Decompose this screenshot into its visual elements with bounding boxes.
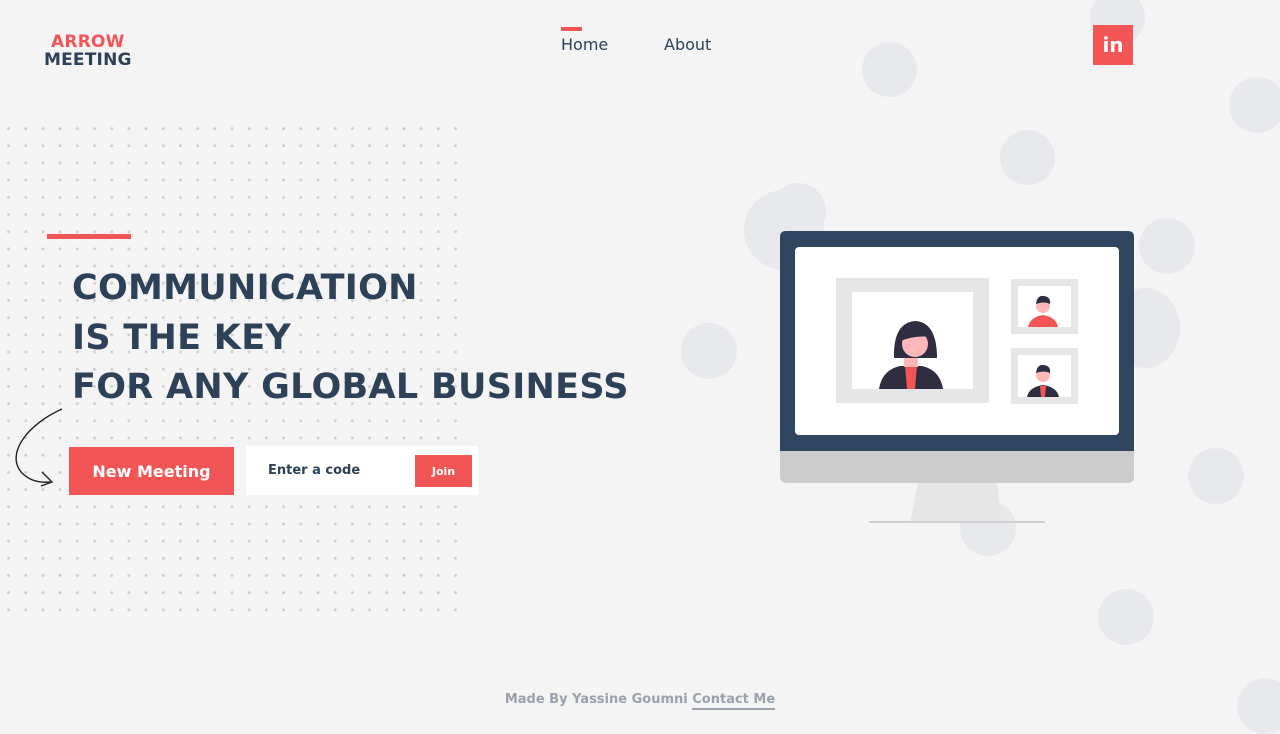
- linkedin-label: in: [1102, 33, 1124, 57]
- join-code-box: Join: [246, 446, 478, 495]
- bubble-decoration: [1098, 589, 1154, 645]
- footer-credit: Made By Yassine Goumni: [504, 692, 688, 707]
- nav-about-link[interactable]: About: [664, 35, 711, 54]
- headline-line-2: IS THE KEY: [72, 317, 292, 358]
- logo-line-2: MEETING: [44, 50, 132, 70]
- nav-home-label: Home: [561, 35, 609, 54]
- video-call-illustration: [780, 231, 1134, 523]
- contact-me-link[interactable]: Contact Me: [692, 692, 776, 710]
- nav-home-link[interactable]: Home: [561, 27, 609, 54]
- nav-about-label: About: [664, 35, 712, 54]
- bubble-decoration: [862, 42, 917, 97]
- linkedin-icon[interactable]: in: [1093, 25, 1133, 65]
- meeting-code-input[interactable]: [246, 446, 411, 495]
- bubble-decoration: [1139, 218, 1195, 274]
- active-indicator: [561, 27, 582, 31]
- curved-arrow-icon: [15, 408, 63, 487]
- headline-line-1: COMMUNICATION: [72, 268, 418, 308]
- join-button[interactable]: Join: [415, 455, 472, 487]
- bubble-decoration: [1000, 130, 1055, 185]
- logo[interactable]: ARROW MEETING: [44, 33, 132, 69]
- bubble-decoration: [1188, 448, 1244, 504]
- bubble-decoration: [1229, 77, 1280, 133]
- headline-line-3: FOR ANY GLOBAL BUSINESS: [72, 367, 629, 407]
- bubble-decoration: [681, 323, 737, 379]
- accent-line: [47, 234, 131, 239]
- footer: Made By Yassine Goumni Contact Me: [0, 692, 1280, 710]
- monitor-stand: [910, 483, 1002, 523]
- new-meeting-button[interactable]: New Meeting: [69, 447, 234, 495]
- logo-line-1: ARROW: [51, 32, 125, 52]
- hero-headline: COMMUNICATION IS THE KEY FOR ANY GLOBAL …: [72, 264, 629, 413]
- monitor-base: [869, 521, 1045, 523]
